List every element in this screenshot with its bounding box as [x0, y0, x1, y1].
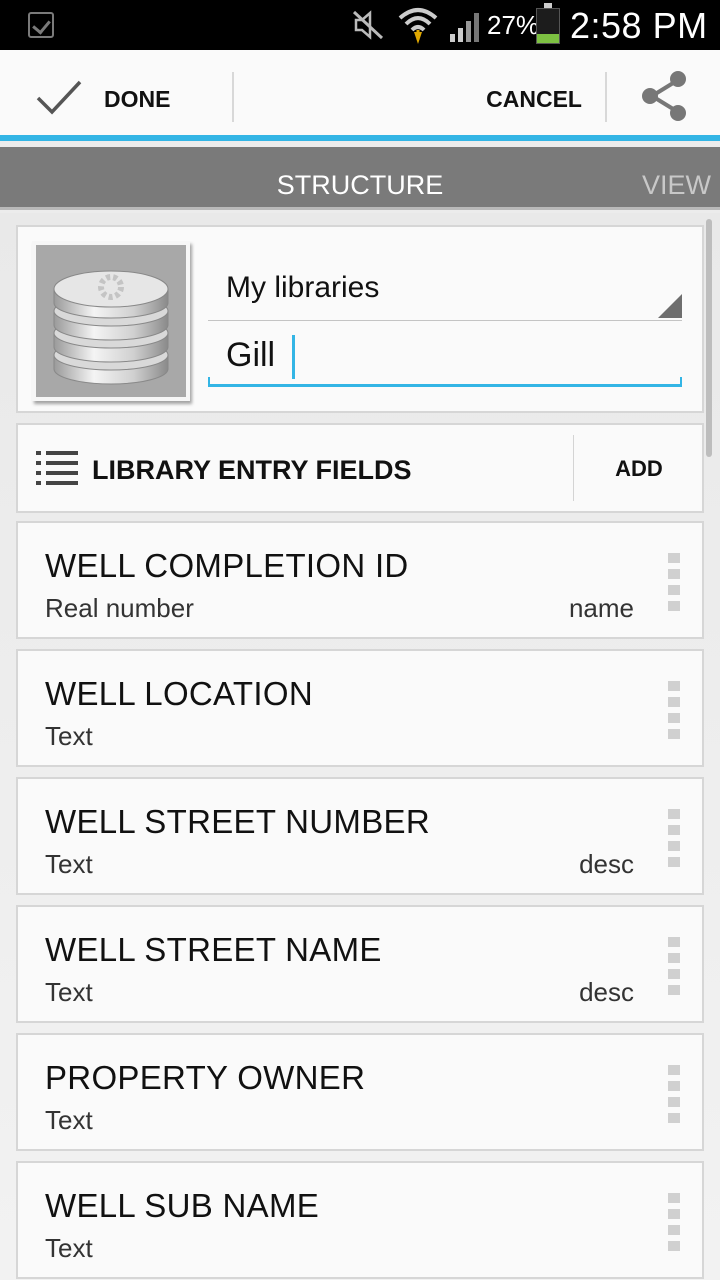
section-title: LIBRARY ENTRY FIELDS [92, 455, 412, 485]
input-underline [208, 377, 682, 387]
drag-handle-icon[interactable] [668, 937, 680, 997]
action-bar-divider [232, 72, 234, 122]
field-type: Text [45, 1233, 93, 1263]
check-icon [36, 80, 82, 115]
field-type: Text [45, 977, 93, 1007]
status-bar: 27% 2:58 PM [0, 0, 720, 50]
clock: 2:58 PM [570, 5, 708, 46]
field-name: WELL STREET NAME [45, 931, 382, 968]
drag-handle-icon[interactable] [668, 1065, 680, 1125]
field-name: WELL STREET NUMBER [45, 803, 430, 840]
drag-handle-icon[interactable] [668, 809, 680, 869]
database-icon [53, 270, 169, 385]
tab-bar: STRUCTURE VIEW [0, 147, 720, 210]
battery-icon [536, 3, 560, 44]
done-button[interactable]: DONE [0, 50, 232, 135]
tab-structure[interactable]: STRUCTURE [250, 147, 470, 207]
share-icon [642, 71, 686, 121]
content-area[interactable]: My libraries LIBRARY ENTRY FIELDS ADD WE… [0, 213, 720, 1280]
field-role: desc [579, 849, 634, 879]
field-type: Text [45, 849, 93, 879]
field-name: PROPERTY OWNER [45, 1059, 366, 1096]
list-icon [36, 451, 78, 485]
battery-fill [537, 33, 559, 43]
text-cursor [292, 335, 295, 379]
library-header-card: My libraries [16, 225, 704, 413]
library-select[interactable]: My libraries [208, 261, 682, 321]
field-name: WELL LOCATION [45, 675, 313, 712]
library-image[interactable] [32, 241, 190, 401]
field-item[interactable]: WELL LOCATION Text [16, 649, 704, 767]
drag-handle-icon[interactable] [668, 1193, 680, 1253]
scrollbar[interactable] [706, 219, 712, 457]
share-button[interactable] [620, 50, 720, 135]
cancel-label: CANCEL [486, 86, 582, 112]
battery-percent: 27% [487, 10, 540, 40]
field-role: desc [579, 977, 634, 1007]
wifi-icon [398, 8, 438, 44]
field-name: WELL SUB NAME [45, 1187, 320, 1224]
action-bar-divider [605, 72, 607, 122]
entry-fields-header: LIBRARY ENTRY FIELDS ADD [16, 423, 704, 513]
field-item[interactable]: WELL STREET NAME Text desc [16, 905, 704, 1023]
field-role: name [568, 593, 634, 623]
done-label: DONE [104, 86, 171, 112]
field-item[interactable]: WELL SUB NAME Text [16, 1161, 704, 1279]
library-select-value: My libraries [226, 271, 380, 304]
add-field-button[interactable]: ADD [574, 425, 704, 511]
dropdown-arrow-icon [658, 294, 682, 318]
signal-icon [450, 13, 479, 42]
field-name: WELL COMPLETION ID [45, 547, 409, 584]
action-bar: DONE CANCEL [0, 50, 720, 141]
cancel-button[interactable]: CANCEL [472, 50, 602, 135]
field-type: Real number [45, 593, 194, 623]
drag-handle-icon[interactable] [668, 681, 680, 741]
field-item[interactable]: WELL STREET NUMBER Text desc [16, 777, 704, 895]
field-item[interactable]: PROPERTY OWNER Text [16, 1033, 704, 1151]
tab-view[interactable]: VIEW [620, 147, 720, 207]
drag-handle-icon[interactable] [668, 553, 680, 613]
notification-check-icon [28, 12, 54, 38]
field-type: Text [45, 1105, 93, 1135]
field-item[interactable]: WELL COMPLETION ID Real number name [16, 521, 704, 639]
field-type: Text [45, 721, 93, 751]
mute-icon [352, 10, 384, 40]
